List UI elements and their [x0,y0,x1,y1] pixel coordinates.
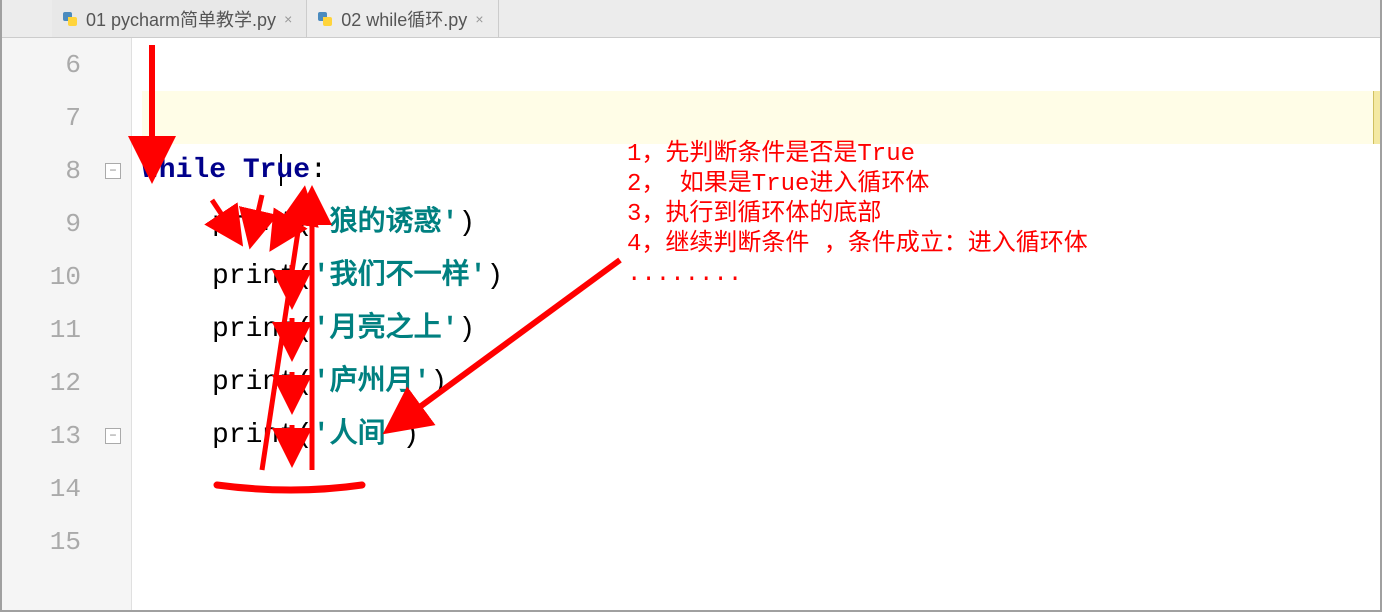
gutter-line: 14 [2,462,131,515]
python-file-icon [317,11,333,27]
code-line-12: print('庐州月') [142,356,1380,409]
string-literal: 我们不一样 [330,261,470,292]
gutter-line: 7 [2,91,131,144]
code-area[interactable]: while True: print('狼的诱惑') print('我们不一样')… [132,38,1380,610]
fn-print: print [212,208,296,239]
close-paren: ) [402,420,419,451]
colon: : [310,155,327,186]
close-icon[interactable]: × [284,11,292,27]
code-line-7 [142,91,1380,144]
close-paren: ) [458,208,475,239]
code-line-15 [142,515,1380,568]
keyword-while: while [142,155,226,186]
tab-file-1[interactable]: 01 pycharm简单教学.py × [52,0,307,37]
code-line-14 [142,462,1380,515]
annotation-line: 2， 如果是True进入循环体 [627,170,1088,200]
gutter-line: 6 [2,38,131,91]
annotation-line: 3，执行到循环体的底部 [627,200,1088,230]
gutter-line: 8 − [2,144,131,197]
fold-minus-icon[interactable]: − [105,428,121,444]
current-line-marker [1373,91,1380,144]
string-literal: 人间 [330,420,386,451]
open-paren: ( [296,367,313,398]
open-paren: ( [296,208,313,239]
annotation-line: 1，先判断条件是否是True [627,140,1088,170]
code-line-11: print('月亮之上') [142,303,1380,356]
annotation-dots: ........ [627,260,1088,290]
gutter-line: 15 [2,515,131,568]
annotation-block: 1，先判断条件是否是True 2， 如果是True进入循环体 3，执行到循环体的… [627,140,1088,290]
open-paren: ( [296,420,313,451]
close-paren: ) [486,261,503,292]
fold-minus-icon[interactable]: − [105,163,121,179]
tab-label: 02 while循环.py [341,6,467,32]
tab-label: 01 pycharm简单教学.py [86,6,276,32]
gutter-line: 12 [2,356,131,409]
fn-print: print [212,314,296,345]
fn-print: print [212,261,296,292]
string-literal: 庐州月 [330,367,414,398]
string-literal: 狼的诱惑 [330,208,442,239]
gutter-line: 10 [2,250,131,303]
editor-body: 6 7 8 − 9 10 11 12 13 − 14 15 while True… [2,38,1380,610]
close-paren: ) [458,314,475,345]
editor-window: 01 pycharm简单教学.py × 02 while循环.py × 6 7 … [0,0,1382,612]
annotation-line: 4，继续判断条件 ，条件成立：进入循环体 [627,230,1088,260]
tab-file-2[interactable]: 02 while循环.py × [307,0,498,37]
close-icon[interactable]: × [475,11,483,27]
gutter-line: 9 [2,197,131,250]
fn-print: print [212,367,296,398]
line-gutter: 6 7 8 − 9 10 11 12 13 − 14 15 [2,38,132,610]
open-paren: ( [296,314,313,345]
python-file-icon [62,11,78,27]
open-paren: ( [296,261,313,292]
keyword-true: True [243,155,310,186]
tab-bar: 01 pycharm简单教学.py × 02 while循环.py × [2,0,1380,38]
fn-print: print [212,420,296,451]
string-literal: 月亮之上 [330,314,442,345]
close-paren: ) [430,367,447,398]
code-line-6 [142,38,1380,91]
code-line-13: print('人间') [142,409,1380,462]
gutter-line: 11 [2,303,131,356]
gutter-line: 13 − [2,409,131,462]
